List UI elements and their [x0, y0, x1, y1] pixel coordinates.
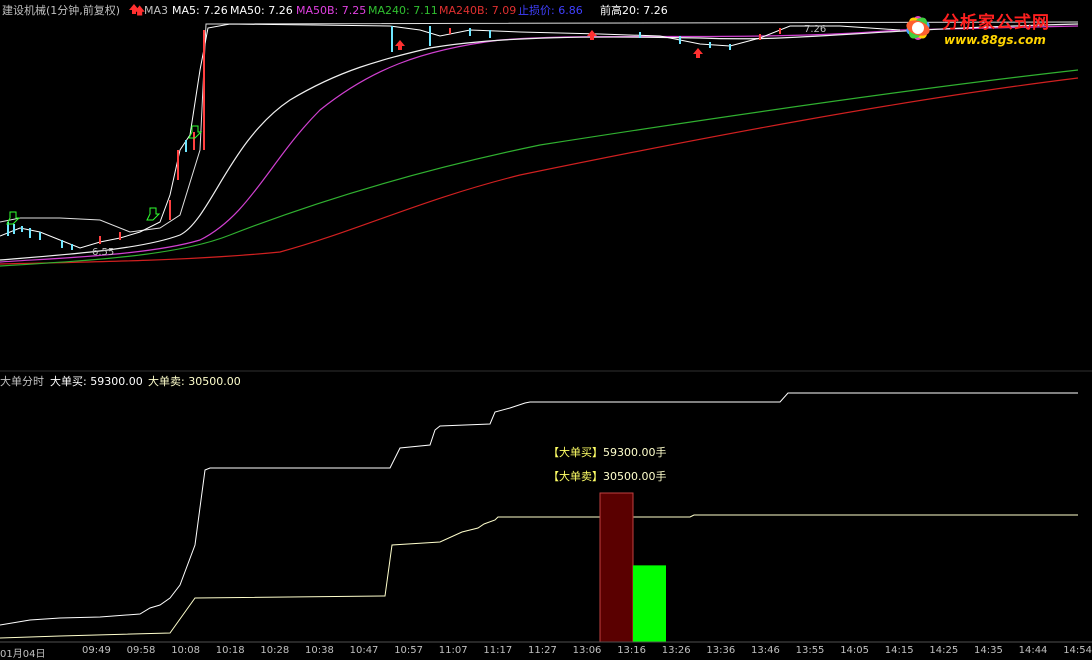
logo-url: www.88gs.com: [944, 33, 1046, 47]
low-price-label: 6.55: [92, 247, 115, 258]
x-tick-label: 14:15: [884, 645, 914, 656]
x-tick-label: 13:46: [751, 645, 780, 656]
big-sell-label: 大单卖: 30500.00: [148, 375, 241, 388]
x-tick-label: 10:47: [349, 645, 379, 656]
x-tick-label: 11:17: [483, 645, 513, 656]
x-tick-label: 14:25: [929, 645, 959, 656]
x-tick-label: 10:57: [394, 645, 424, 656]
x-tick-label: 14:05: [840, 645, 870, 656]
x-tick-label: 14:35: [974, 645, 1003, 656]
logo-title: 分析家公式网: [942, 13, 1050, 33]
big-sell-annotation: 【大单卖】30500.00手: [548, 468, 667, 484]
ma50-label: MA50: 7.26: [230, 4, 293, 17]
high-price-label: 7.26: [804, 24, 827, 35]
x-tick-label: 13:36: [706, 645, 736, 656]
big-buy-tag: 【大单买】: [548, 446, 603, 459]
indicator-panel[interactable]: [0, 392, 1078, 643]
ma240-label: MA240: 7.11: [368, 4, 438, 17]
flower-logo-icon: [906, 16, 930, 40]
x-tick-label: 14:54: [1063, 645, 1092, 656]
x-tick-label: 13:16: [617, 645, 647, 656]
big-sell-tag: 【大单卖】: [548, 470, 603, 483]
indicator-title: 大单分时: [0, 375, 44, 388]
site-logo[interactable]: 分析家公式网 www.88gs.com: [894, 2, 1084, 54]
ma5-label: MA5: 7.26: [172, 4, 228, 17]
ma3-label: MA3: [144, 4, 169, 17]
x-tick-label: 10:18: [215, 645, 245, 656]
x-tick-label: 13:06: [572, 645, 602, 656]
x-tick-label: 09:49: [82, 645, 111, 656]
ma50-line: [0, 23, 1079, 261]
stop-loss-label: 止损价: 6.86: [518, 4, 583, 17]
x-tick-label: 10:38: [305, 645, 334, 656]
candles: [7, 26, 731, 250]
x-tick-label: 10:28: [260, 645, 290, 656]
big-order-bars[interactable]: [599, 492, 666, 643]
big-buy-bar: [599, 492, 634, 643]
chart-canvas[interactable]: [0, 0, 1092, 659]
stock-title: 建设机械(1分钟,前复权): [2, 4, 121, 17]
big-sell-bar: [633, 565, 666, 642]
ma5-line: [0, 23, 901, 249]
big-buy-annotation: 【大单买】59300.00手: [548, 444, 667, 460]
ma240b-line: [0, 77, 1079, 265]
ma240b-label: MA240B: 7.09: [439, 4, 517, 17]
x-tick-label: 09:58: [126, 645, 156, 656]
x-tick-label: 13:26: [661, 645, 691, 656]
big-buy-cumulative-line: [0, 392, 1078, 626]
ma50b-label: MA50B: 7.25: [296, 4, 367, 17]
x-axis-date: 01月04日: [0, 649, 46, 660]
x-tick-label: 13:55: [795, 645, 825, 656]
sell-signal-arrows: [6, 125, 203, 225]
ma240-line: [0, 69, 1079, 267]
x-tick-label: 10:08: [171, 645, 201, 656]
x-tick-label: 11:07: [438, 645, 468, 656]
big-buy-label: 大单买: 59300.00: [50, 375, 143, 388]
x-tick-label: 14:44: [1018, 645, 1048, 656]
big-sell-cumulative-line: [0, 514, 1078, 639]
prev-high-label: 前高20: 7.26: [600, 4, 668, 17]
x-tick-label: 11:27: [528, 645, 557, 656]
big-sell-value: 30500.00手: [603, 470, 667, 483]
big-buy-value: 59300.00手: [603, 446, 667, 459]
